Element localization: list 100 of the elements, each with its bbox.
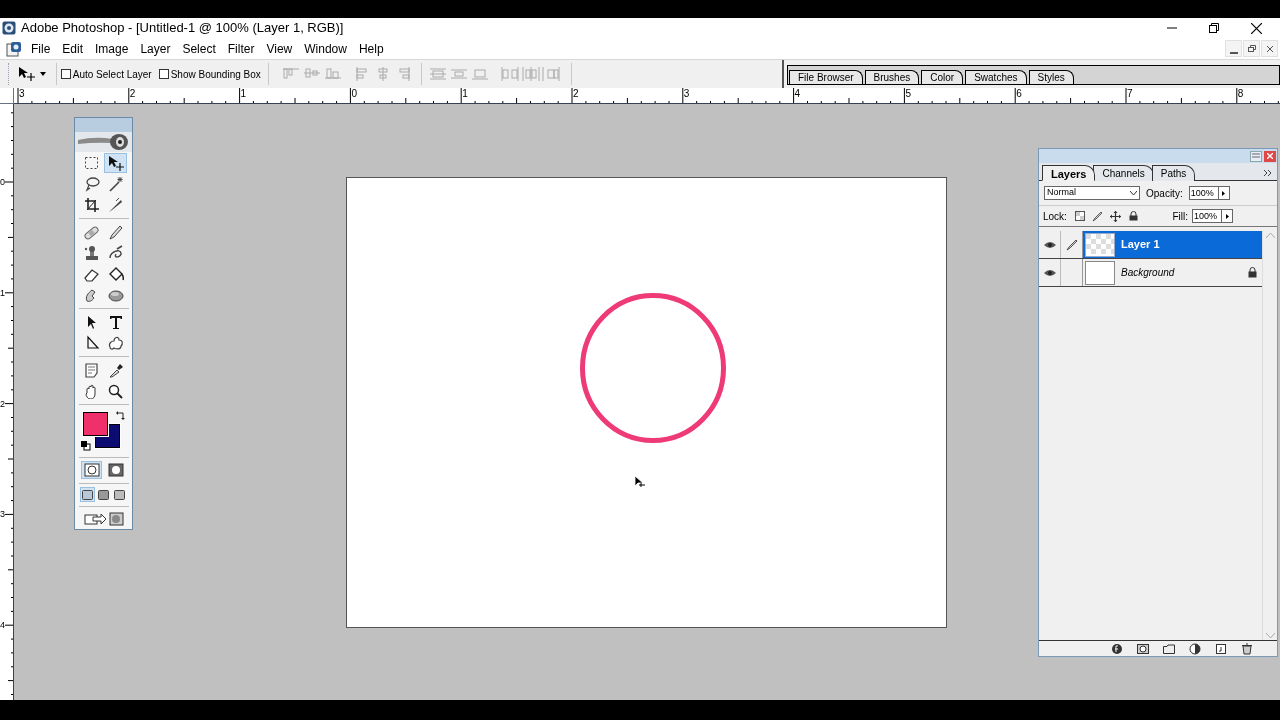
layer-thumbnail [1085, 260, 1115, 285]
palette-tab[interactable]: Channels [1093, 165, 1154, 181]
menu-item[interactable]: Help [352, 38, 390, 59]
adjustment-layer-button[interactable] [1187, 641, 1203, 656]
lock-transparency-button[interactable] [1072, 209, 1087, 223]
palette-tab[interactable]: Color [921, 70, 964, 84]
opacity-field[interactable]: 100% [1188, 186, 1219, 200]
minimize-icon [1229, 51, 1238, 54]
close-icon [1267, 153, 1273, 159]
move-cursor-icon [634, 475, 645, 487]
palette-tab[interactable]: Layers [1042, 165, 1096, 181]
palette-tab[interactable]: Brushes [864, 70, 920, 84]
history-brush-icon [107, 245, 124, 261]
eye-icon [1043, 268, 1056, 277]
type-tool-icon [107, 314, 124, 330]
sponge-icon [107, 287, 124, 303]
close-icon [1264, 43, 1275, 54]
blend-mode-select[interactable]: Normal [1044, 186, 1140, 200]
screen-mode-button[interactable] [80, 487, 95, 502]
menu-item[interactable]: Edit [56, 38, 90, 59]
triangle-right-icon [1222, 190, 1226, 196]
add-mask-button[interactable] [1135, 641, 1151, 656]
lock-label: Lock: [1043, 209, 1067, 224]
close-button[interactable] [1261, 40, 1278, 57]
foreground-color-swatch[interactable] [82, 412, 108, 436]
quick-mask-icon [107, 463, 124, 477]
lasso-icon [83, 176, 100, 192]
screen-mode-icon [114, 489, 125, 500]
blob-shape-icon [107, 335, 124, 351]
restore-icon [1209, 23, 1219, 33]
circle-f-icon [1111, 642, 1123, 655]
opacity-label: Opacity: [1146, 186, 1183, 201]
crop-icon [83, 197, 100, 213]
marquee-icon [83, 155, 100, 171]
screen-mode-icon [98, 489, 109, 500]
menu-item[interactable]: Window [298, 38, 353, 59]
minimize-icon [1167, 27, 1177, 29]
screen-mode-icon [82, 489, 93, 500]
menu-item[interactable]: Layer [134, 38, 177, 59]
brush-icon [107, 224, 124, 240]
standard-mode-icon [83, 463, 100, 477]
stamp-icon [83, 245, 100, 261]
align-icon [521, 66, 540, 82]
screen-mode-button[interactable] [96, 487, 111, 502]
new-layer-button[interactable] [1213, 641, 1229, 656]
palette-tab[interactable]: Styles [1028, 70, 1074, 84]
checkbox[interactable] [158, 69, 169, 79]
restore-button[interactable] [1243, 40, 1260, 57]
tool-button[interactable] [104, 153, 127, 173]
lock-icon [1248, 267, 1257, 278]
new-group-button[interactable] [1161, 641, 1177, 656]
lock-position-button[interactable] [1108, 209, 1123, 223]
eyedropper-icon [107, 362, 124, 378]
screen-mode-button[interactable] [112, 487, 127, 502]
menu-item[interactable]: Select [176, 38, 222, 59]
align-icon [470, 66, 489, 82]
triangle-right-icon [1225, 213, 1229, 219]
magic-wand-icon [107, 176, 124, 192]
paint-bucket-icon [107, 266, 124, 282]
palette-tab[interactable]: Paths [1151, 165, 1196, 181]
palette-tab[interactable]: File Browser [789, 70, 863, 84]
eye-icon [1043, 240, 1056, 249]
checkbox-label: Show Bounding Box [170, 67, 261, 82]
layer-row[interactable]: Layer 1 [1083, 231, 1262, 258]
checkbox-label: Auto Select Layer [72, 67, 152, 82]
scrollbar[interactable] [1262, 231, 1277, 640]
menu-item[interactable]: File [25, 38, 57, 59]
new-page-icon [1215, 642, 1227, 655]
mask-icon [1137, 642, 1149, 655]
align-icon [449, 66, 468, 82]
menu-item[interactable]: Filter [221, 38, 261, 59]
fill-slider-button[interactable] [1222, 209, 1233, 223]
checkbox[interactable] [60, 69, 71, 79]
lock-icon [1129, 211, 1139, 221]
mask-mode-button[interactable] [105, 461, 126, 479]
app-icon [2, 21, 16, 35]
fill-label: Fill: [1172, 209, 1188, 224]
caret-icon [39, 72, 46, 76]
swap-colors-icon[interactable] [115, 410, 126, 420]
default-colors-icon[interactable] [80, 441, 91, 451]
align-icon [500, 66, 519, 82]
opacity-slider-button[interactable] [1218, 186, 1230, 200]
scroll-up-icon [1265, 233, 1275, 238]
delete-layer-button[interactable] [1239, 641, 1255, 656]
move-tool-icon [107, 155, 124, 171]
window-title: Adobe Photoshop - [Untitled-1 @ 100% (Layer 1, RGB)] [21, 19, 344, 38]
logo-icon [75, 118, 132, 152]
mask-mode-button[interactable] [81, 461, 102, 479]
palette-tab[interactable]: Swatches [965, 70, 1027, 84]
align-icon [429, 66, 448, 82]
lock-pixels-button[interactable] [1090, 209, 1105, 223]
menu-item[interactable]: View [260, 38, 299, 59]
zoom-icon [107, 383, 124, 399]
bandage-icon [83, 224, 100, 240]
fill-field[interactable]: 100% [1192, 209, 1222, 223]
menu-item[interactable]: Image [89, 38, 135, 59]
align-icon [323, 66, 342, 82]
note-icon [83, 362, 100, 378]
close-icon [1250, 22, 1262, 34]
layer-style-button[interactable] [1109, 641, 1125, 656]
